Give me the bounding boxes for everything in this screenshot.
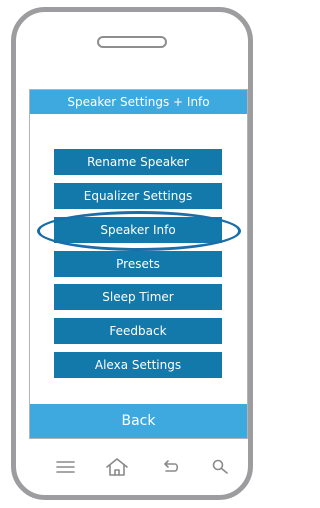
search-icon[interactable]	[208, 456, 232, 478]
rename-speaker-button[interactable]: Rename Speaker	[54, 149, 222, 175]
sleep-timer-button[interactable]: Sleep Timer	[54, 284, 222, 310]
screen-title: Speaker Settings + Info	[30, 90, 247, 114]
feedback-button[interactable]: Feedback	[54, 318, 222, 344]
phone-speaker-slot	[97, 36, 167, 48]
alexa-settings-button[interactable]: Alexa Settings	[54, 352, 222, 378]
menu-icon[interactable]	[54, 456, 78, 478]
presets-button[interactable]: Presets	[54, 251, 222, 277]
back-button[interactable]: Back	[30, 404, 247, 438]
equalizer-settings-button[interactable]: Equalizer Settings	[54, 183, 222, 209]
speaker-info-button[interactable]: Speaker Info	[54, 217, 222, 243]
app-screen: Speaker Settings + Info Rename Speaker E…	[29, 89, 248, 439]
home-icon[interactable]	[105, 456, 129, 478]
back-arrow-icon[interactable]	[158, 456, 182, 478]
